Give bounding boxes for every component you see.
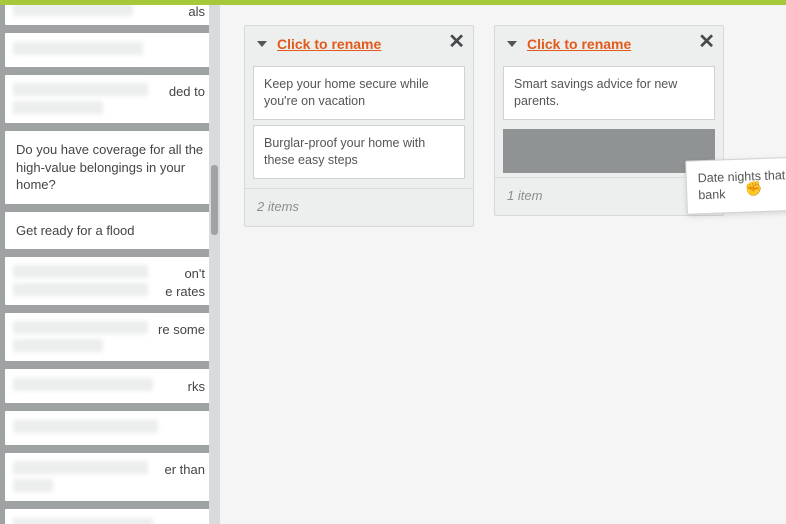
card-item-text: Keep your home secure while you're on va…: [264, 77, 429, 108]
group-card: Click to rename ✕ Keep your home secure …: [244, 25, 474, 227]
item-text: Get ready for a flood: [16, 223, 135, 238]
rename-link[interactable]: Click to rename: [277, 36, 381, 52]
card-footer: 2 items: [245, 188, 473, 226]
list-item[interactable]: ded to: [5, 75, 215, 123]
card-item-text: Smart savings advice for new parents.: [514, 77, 677, 108]
chevron-down-icon[interactable]: [507, 41, 517, 47]
main-canvas: Click to rename ✕ Keep your home secure …: [220, 5, 786, 524]
item-text-tail: rks: [188, 378, 205, 396]
list-item[interactable]: [5, 411, 215, 445]
card-item[interactable]: Keep your home secure while you're on va…: [253, 66, 465, 120]
layout: enius als ded to Do you have coverage fo…: [0, 5, 786, 524]
list-item[interactable]: Do you have coverage for all the high-va…: [5, 131, 215, 204]
list-item[interactable]: enius als: [5, 5, 215, 25]
list-item[interactable]: rks: [5, 369, 215, 403]
scrollbar-thumb[interactable]: [211, 165, 218, 235]
item-text-tail: als: [188, 5, 205, 21]
chevron-down-icon[interactable]: [257, 41, 267, 47]
sidebar: enius als ded to Do you have coverage fo…: [0, 5, 220, 524]
card-item-text: Burglar-proof your home with these easy …: [264, 136, 425, 167]
item-text-tail: ded to: [169, 83, 205, 101]
drop-placeholder: [503, 129, 715, 173]
list-item[interactable]: er than: [5, 453, 215, 501]
item-text-tail: re some: [158, 321, 205, 339]
item-text-tail: er than: [165, 461, 205, 479]
list-item[interactable]: Get ready for a flood: [5, 212, 215, 250]
list-item[interactable]: re some: [5, 313, 215, 361]
item-text-tail: on't: [184, 265, 205, 283]
close-icon[interactable]: ✕: [698, 32, 715, 52]
card-header: Click to rename ✕: [495, 26, 723, 66]
card-body: Keep your home secure while you're on va…: [245, 66, 473, 188]
close-icon[interactable]: ✕: [448, 32, 465, 52]
sidebar-scroll[interactable]: enius als ded to Do you have coverage fo…: [0, 5, 220, 524]
list-item[interactable]: [5, 509, 215, 524]
list-item[interactable]: on't e rates: [5, 257, 215, 305]
card-item[interactable]: Smart savings advice for new parents.: [503, 66, 715, 120]
card-item[interactable]: Burglar-proof your home with these easy …: [253, 125, 465, 179]
item-text: Do you have coverage for all the high-va…: [16, 142, 203, 192]
card-header: Click to rename ✕: [245, 26, 473, 66]
sidebar-scrollbar[interactable]: [209, 5, 220, 524]
list-item[interactable]: [5, 33, 215, 67]
dragging-item[interactable]: Date nights that won't break the bank ✊: [685, 153, 786, 214]
dragging-item-text: Date nights that won't break the bank: [698, 165, 786, 202]
card-body: Smart savings advice for new parents.: [495, 66, 723, 129]
rename-link[interactable]: Click to rename: [527, 36, 631, 52]
item-text-tail: e rates: [165, 283, 205, 301]
